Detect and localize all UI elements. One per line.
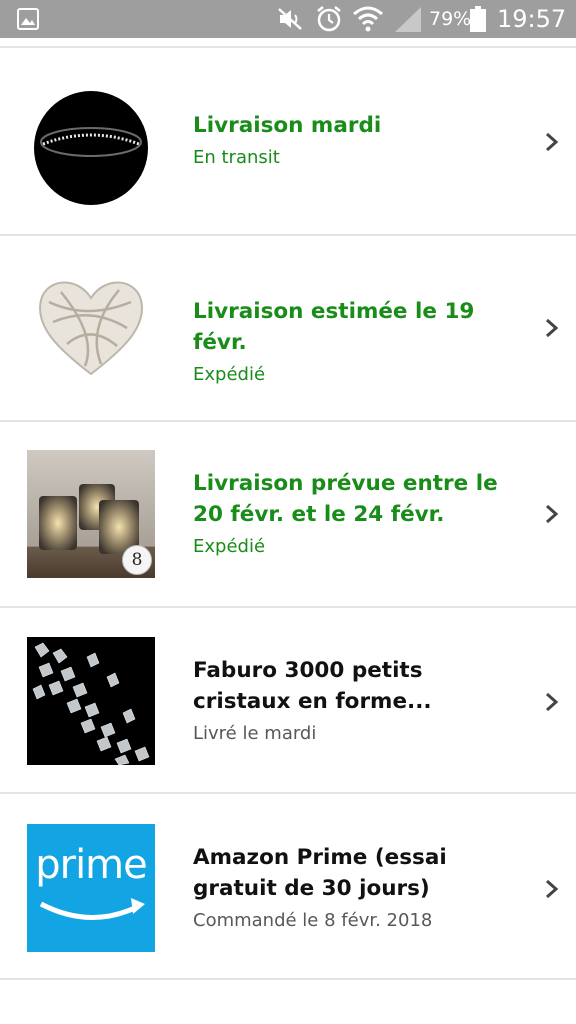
order-status: Expédié	[193, 364, 266, 385]
battery-icon	[470, 6, 486, 32]
chevron-right-icon	[546, 132, 559, 152]
order-title: Livraison mardi	[193, 113, 382, 138]
battery-percentage: 79%	[429, 8, 472, 30]
list-item[interactable]: 8 Livraison prévue entre le 20 févr. et …	[0, 422, 576, 608]
list-item[interactable]: Livraison mardi En transit	[0, 50, 576, 236]
product-thumbnail-heart	[27, 262, 155, 390]
order-status: En transit	[193, 147, 280, 168]
order-status: Livré le mardi	[193, 723, 317, 744]
wifi-icon	[353, 6, 383, 32]
quantity-badge: 8	[122, 545, 152, 575]
clock: 19:57	[497, 5, 567, 33]
chevron-right-icon	[546, 504, 559, 524]
gallery-icon	[17, 8, 39, 30]
chevron-right-icon	[546, 879, 559, 899]
previous-item-edge	[0, 38, 576, 48]
order-title: Faburo 3000 petits cristaux en forme...	[193, 658, 432, 714]
list-item[interactable]: Faburo 3000 petits cristaux en forme... …	[0, 608, 576, 794]
prime-logo: prime	[27, 824, 155, 952]
product-thumbnail-headband	[27, 84, 155, 212]
chevron-right-icon	[546, 318, 559, 338]
signal-icon	[395, 7, 421, 32]
order-title: Livraison estimée le 19 févr.	[193, 299, 475, 355]
alarm-icon	[317, 6, 341, 32]
product-thumbnail-crystals	[27, 637, 155, 765]
order-status: Commandé le 8 févr. 2018	[193, 910, 433, 931]
order-title: Amazon Prime (essai gratuit de 30 jours)	[193, 845, 447, 901]
list-item[interactable]: prime Amazon Prime (essai gratuit de 30 …	[0, 794, 576, 980]
product-thumbnail-candle-holders: 8	[27, 450, 155, 578]
mute-icon	[278, 8, 302, 30]
order-title: Livraison prévue entre le 20 févr. et le…	[193, 471, 498, 527]
status-bar: 79% 19:57	[0, 0, 576, 38]
order-status: Expédié	[193, 536, 266, 557]
list-item[interactable]: Livraison estimée le 19 févr. Expédié	[0, 236, 576, 422]
chevron-right-icon	[546, 692, 559, 712]
